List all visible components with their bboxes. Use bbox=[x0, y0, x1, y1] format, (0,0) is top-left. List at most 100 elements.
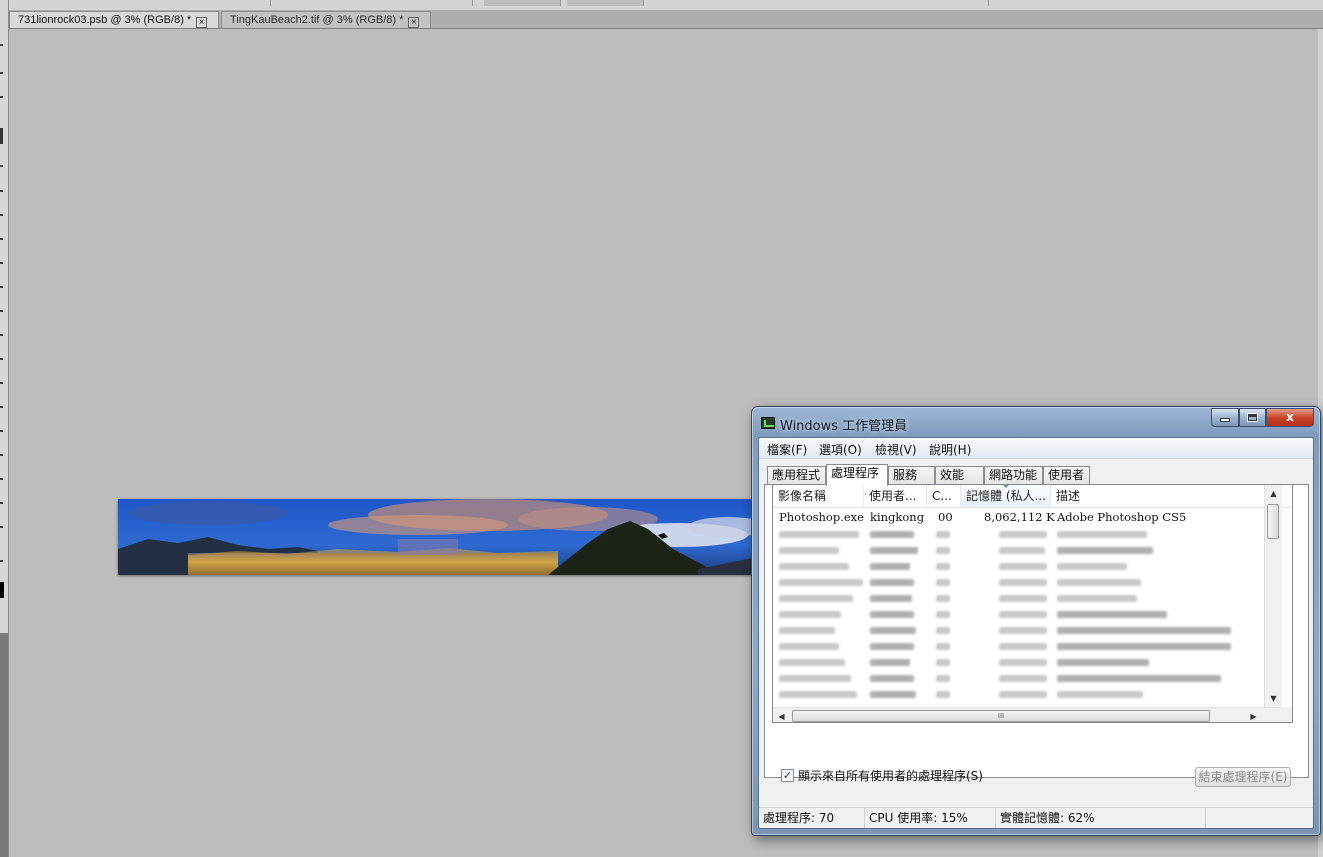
close-tab-icon[interactable]: × bbox=[196, 17, 208, 28]
window-title: Windows 工作管理員 bbox=[780, 419, 908, 434]
column-user-name[interactable]: 使用者... bbox=[864, 485, 927, 507]
tool-icon[interactable] bbox=[0, 165, 3, 167]
tool-icon[interactable] bbox=[0, 502, 3, 504]
options-bar-button[interactable] bbox=[567, 0, 644, 6]
tab-services[interactable]: 服務 bbox=[888, 466, 935, 485]
vertical-scroll-thumb[interactable] bbox=[1267, 504, 1279, 539]
table-row-redacted[interactable] bbox=[773, 622, 1263, 638]
tool-icon[interactable] bbox=[0, 334, 3, 336]
process-memory: 8,062,112 K bbox=[984, 510, 1055, 524]
column-cpu[interactable]: C... bbox=[927, 485, 961, 507]
title-bar[interactable]: Windows 工作管理員 x bbox=[752, 407, 1320, 437]
document-tab-tingkau[interactable]: TingKauBeach2.tif @ 3% (RGB/8) * × bbox=[221, 11, 431, 28]
tool-icon[interactable] bbox=[0, 190, 3, 192]
table-row[interactable]: Photoshop.exe kingkong 00 8,062,112 K Ad… bbox=[773, 509, 1263, 525]
tool-icon[interactable] bbox=[0, 454, 3, 456]
horizontal-scroll-thumb[interactable]: III bbox=[792, 710, 1210, 722]
maximize-icon bbox=[1247, 413, 1258, 422]
tool-icon[interactable] bbox=[0, 72, 3, 74]
tab-performance[interactable]: 效能 bbox=[935, 466, 984, 485]
table-row-redacted[interactable] bbox=[773, 542, 1263, 558]
task-manager-window[interactable]: Windows 工作管理員 x 檔案(F) 選項(O) 檢視(V) 說明(H) … bbox=[751, 406, 1321, 836]
close-icon: x bbox=[1286, 410, 1294, 424]
status-cpu-usage: CPU 使用率: 15% bbox=[865, 808, 996, 828]
window-client-area: 檔案(F) 選項(O) 檢視(V) 說明(H) 應用程式 處理程序 服務 效能 … bbox=[758, 437, 1314, 829]
table-row-redacted[interactable] bbox=[773, 574, 1263, 590]
tool-icon[interactable] bbox=[0, 526, 3, 528]
table-row-redacted[interactable] bbox=[773, 590, 1263, 606]
tab-processes[interactable]: 處理程序 bbox=[826, 464, 888, 486]
tool-icon[interactable] bbox=[0, 560, 3, 562]
panorama-image-art bbox=[118, 499, 758, 575]
foreground-color-swatch[interactable] bbox=[0, 582, 4, 598]
tab-applications[interactable]: 應用程式 bbox=[767, 466, 826, 485]
process-list-header: 影像名稱 使用者... C... 記憶體 (私人... 描述 bbox=[773, 485, 1292, 508]
process-description: Adobe Photoshop CS5 bbox=[1057, 510, 1187, 524]
process-list[interactable]: 影像名稱 使用者... C... 記憶體 (私人... 描述 Photoshop… bbox=[772, 484, 1293, 723]
tool-icon[interactable] bbox=[0, 128, 3, 144]
tool-icon[interactable] bbox=[0, 358, 3, 360]
document-tab-label: 731lionrock03.psb @ 3% (RGB/8) * bbox=[18, 14, 192, 26]
table-row-redacted[interactable] bbox=[773, 526, 1263, 542]
horizontal-scrollbar[interactable]: ◀ III ▶ bbox=[773, 707, 1281, 722]
options-bar-segment bbox=[272, 0, 473, 6]
table-row-redacted[interactable] bbox=[773, 638, 1263, 654]
table-row-redacted[interactable] bbox=[773, 686, 1263, 702]
end-process-button[interactable]: 結束處理程序(E) bbox=[1195, 767, 1291, 787]
tool-icon[interactable] bbox=[0, 44, 3, 46]
process-user-name: kingkong bbox=[870, 510, 925, 524]
options-bar-button[interactable] bbox=[484, 0, 561, 6]
menu-view[interactable]: 檢視(V) bbox=[875, 441, 917, 458]
tool-icon[interactable] bbox=[0, 238, 3, 240]
vertical-scrollbar[interactable]: ▲ ▼ bbox=[1264, 485, 1282, 707]
show-all-users-label[interactable]: 顯示來自所有使用者的處理程序(S) bbox=[798, 767, 983, 784]
column-memory[interactable]: 記憶體 (私人... bbox=[961, 485, 1051, 507]
tool-icon[interactable] bbox=[0, 286, 3, 288]
tool-icon[interactable] bbox=[0, 478, 3, 480]
process-cpu: 00 bbox=[938, 510, 953, 524]
table-row-redacted[interactable] bbox=[773, 654, 1263, 670]
task-manager-icon bbox=[761, 417, 775, 429]
tool-icon[interactable] bbox=[0, 406, 3, 408]
scroll-up-icon[interactable]: ▲ bbox=[1265, 485, 1282, 502]
column-image-name[interactable]: 影像名稱 bbox=[773, 485, 864, 507]
document-tab-bar: 731lionrock03.psb @ 3% (RGB/8) * × TingKa… bbox=[9, 10, 1323, 29]
tools-panel-lower bbox=[0, 633, 8, 857]
show-all-users-checkbox[interactable]: ✓ bbox=[781, 769, 794, 782]
scrollbar-corner bbox=[1281, 707, 1292, 722]
status-process-count: 處理程序: 70 bbox=[759, 808, 865, 828]
tool-icon[interactable] bbox=[0, 310, 3, 312]
panorama-image[interactable] bbox=[118, 499, 758, 575]
minimize-icon bbox=[1220, 418, 1230, 422]
document-tab-lionrock[interactable]: 731lionrock03.psb @ 3% (RGB/8) * × bbox=[9, 11, 219, 28]
status-bar: 處理程序: 70 CPU 使用率: 15% 實體記憶體: 62% bbox=[759, 807, 1313, 828]
menu-file[interactable]: 檔案(F) bbox=[767, 441, 807, 458]
menu-options[interactable]: 選項(O) bbox=[819, 441, 862, 458]
document-tab-label: TingKauBeach2.tif @ 3% (RGB/8) * bbox=[230, 14, 404, 26]
scroll-left-icon[interactable]: ◀ bbox=[773, 708, 790, 722]
process-image-name: Photoshop.exe bbox=[779, 510, 864, 524]
tab-users[interactable]: 使用者 bbox=[1043, 466, 1090, 485]
status-physical-memory: 實體記憶體: 62% bbox=[996, 808, 1206, 828]
menu-bar: 檔案(F) 選項(O) 檢視(V) 說明(H) bbox=[759, 438, 1313, 459]
tool-icon[interactable] bbox=[0, 262, 3, 264]
close-tab-icon[interactable]: × bbox=[408, 17, 420, 28]
table-row-redacted[interactable] bbox=[773, 670, 1263, 686]
tool-icon[interactable] bbox=[0, 214, 3, 216]
tool-icon[interactable] bbox=[0, 382, 3, 384]
tool-icon[interactable] bbox=[0, 96, 3, 98]
tools-panel[interactable] bbox=[0, 0, 9, 857]
maximize-button[interactable] bbox=[1239, 408, 1266, 427]
scroll-down-icon[interactable]: ▼ bbox=[1265, 690, 1282, 707]
menu-help[interactable]: 說明(H) bbox=[929, 441, 971, 458]
scroll-grip-icon: III bbox=[997, 712, 1005, 720]
sort-descending-icon bbox=[1002, 485, 1010, 488]
close-button[interactable]: x bbox=[1266, 408, 1314, 427]
tab-networking[interactable]: 網路功能 bbox=[984, 466, 1043, 485]
column-description[interactable]: 描述 bbox=[1051, 485, 1264, 507]
scroll-right-icon[interactable]: ▶ bbox=[1245, 708, 1262, 722]
tool-icon[interactable] bbox=[0, 430, 3, 432]
table-row-redacted[interactable] bbox=[773, 606, 1263, 622]
table-row-redacted[interactable] bbox=[773, 558, 1263, 574]
minimize-button[interactable] bbox=[1211, 408, 1239, 427]
